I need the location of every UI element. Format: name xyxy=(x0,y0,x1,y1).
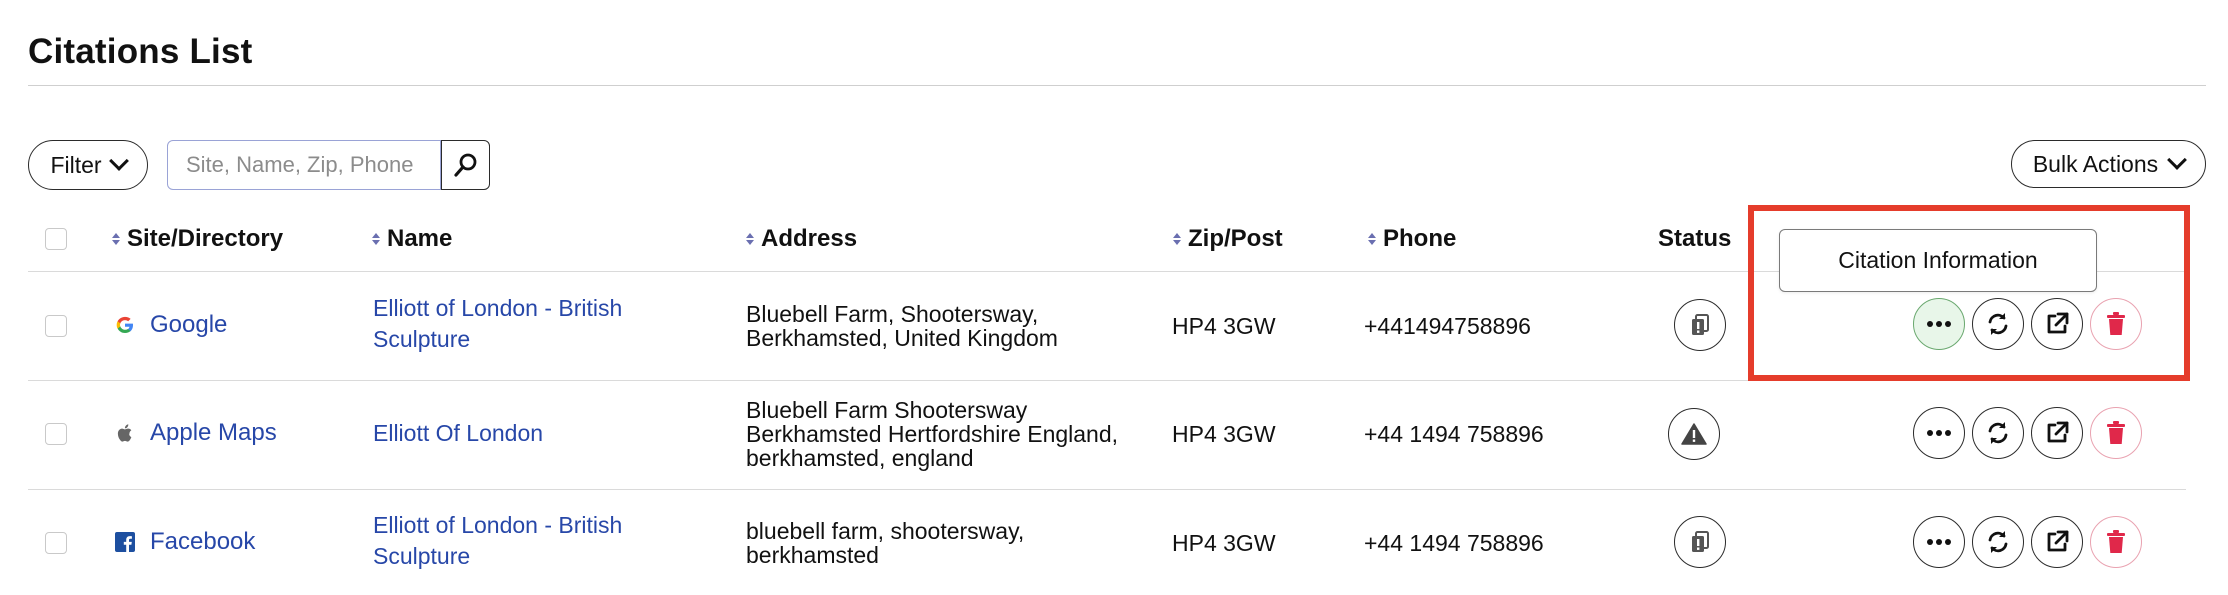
address-cell: Bluebell Farm, Shootersway, Berkhamsted,… xyxy=(746,301,1058,351)
apple-icon xyxy=(114,422,136,444)
citation-name-link[interactable]: Elliott of London - British Sculpture xyxy=(373,293,622,355)
title-divider xyxy=(28,85,2206,86)
bulk-actions-button[interactable]: Bulk Actions xyxy=(2011,140,2206,188)
more-icon xyxy=(1927,539,1951,545)
sort-icon xyxy=(746,233,754,245)
row-checkbox[interactable] xyxy=(45,423,67,445)
status-indicator[interactable] xyxy=(1674,299,1726,351)
row-checkbox[interactable] xyxy=(45,315,67,337)
open-external-button[interactable] xyxy=(2031,407,2083,459)
citation-info-button[interactable] xyxy=(1913,516,1965,568)
phone-cell: +441494758896 xyxy=(1364,313,1531,339)
search-icon xyxy=(453,153,476,177)
refresh-icon xyxy=(1988,531,2008,553)
phone-cell: +44 1494 758896 xyxy=(1364,421,1544,447)
address-cell: bluebell farm, shootersway, berkhamsted xyxy=(746,518,1025,568)
column-header-status: Status xyxy=(1658,225,1732,252)
zip-cell: HP4 3GW xyxy=(1172,313,1276,339)
chevron-down-icon xyxy=(2167,150,2188,170)
search-button[interactable] xyxy=(441,140,490,190)
search-input[interactable] xyxy=(167,140,441,190)
column-header-phone[interactable]: Phone xyxy=(1368,225,1456,253)
column-header-address[interactable]: Address xyxy=(746,225,857,253)
delete-button[interactable] xyxy=(2090,516,2142,568)
site-link[interactable]: Facebook xyxy=(114,530,255,554)
pending-icon xyxy=(1692,531,1709,552)
sort-icon xyxy=(1368,233,1376,245)
zip-cell: HP4 3GW xyxy=(1172,421,1276,447)
address-cell: Bluebell Farm Shootersway Berkhamsted He… xyxy=(746,397,1119,471)
row-divider xyxy=(28,380,1748,381)
search-bar xyxy=(167,140,490,190)
sort-icon xyxy=(372,233,380,245)
select-all-checkbox[interactable] xyxy=(45,228,67,250)
column-header-site[interactable]: Site/Directory xyxy=(112,225,283,253)
citation-name-link[interactable]: Elliott of London - British Sculpture xyxy=(373,510,622,572)
refresh-icon xyxy=(1988,422,2008,444)
page-title: Citations List xyxy=(28,32,253,71)
facebook-icon xyxy=(114,531,136,553)
site-link[interactable]: Apple Maps xyxy=(114,421,277,445)
column-header-name[interactable]: Name xyxy=(372,225,452,253)
sort-icon xyxy=(112,233,120,245)
filter-button[interactable]: Filter xyxy=(28,140,148,190)
sort-icon xyxy=(1173,233,1181,245)
bulk-actions-label: Bulk Actions xyxy=(2032,150,2159,177)
refresh-button[interactable] xyxy=(1972,516,2024,568)
phone-cell: +44 1494 758896 xyxy=(1364,530,1544,556)
row-checkbox[interactable] xyxy=(45,532,67,554)
trash-icon xyxy=(2107,530,2125,553)
annotation-highlight-box xyxy=(1748,205,2190,381)
chevron-down-icon xyxy=(108,151,129,171)
trash-icon xyxy=(2107,421,2125,444)
refresh-button[interactable] xyxy=(1972,407,2024,459)
warning-icon xyxy=(1681,423,1707,445)
filter-label: Filter xyxy=(50,151,102,178)
google-icon xyxy=(114,314,136,336)
external-link-icon xyxy=(2047,530,2069,552)
status-indicator[interactable] xyxy=(1674,516,1726,568)
delete-button[interactable] xyxy=(2090,407,2142,459)
citation-info-button[interactable] xyxy=(1913,407,1965,459)
row-divider xyxy=(28,489,2186,490)
external-link-icon xyxy=(2047,421,2069,443)
open-external-button[interactable] xyxy=(2031,516,2083,568)
status-indicator[interactable] xyxy=(1668,408,1720,460)
more-icon xyxy=(1927,430,1951,436)
zip-cell: HP4 3GW xyxy=(1172,530,1276,556)
pending-icon xyxy=(1692,314,1709,335)
column-header-zip[interactable]: Zip/Post xyxy=(1173,225,1283,253)
site-link[interactable]: Google xyxy=(114,313,227,337)
citation-name-link[interactable]: Elliott Of London xyxy=(373,418,543,449)
